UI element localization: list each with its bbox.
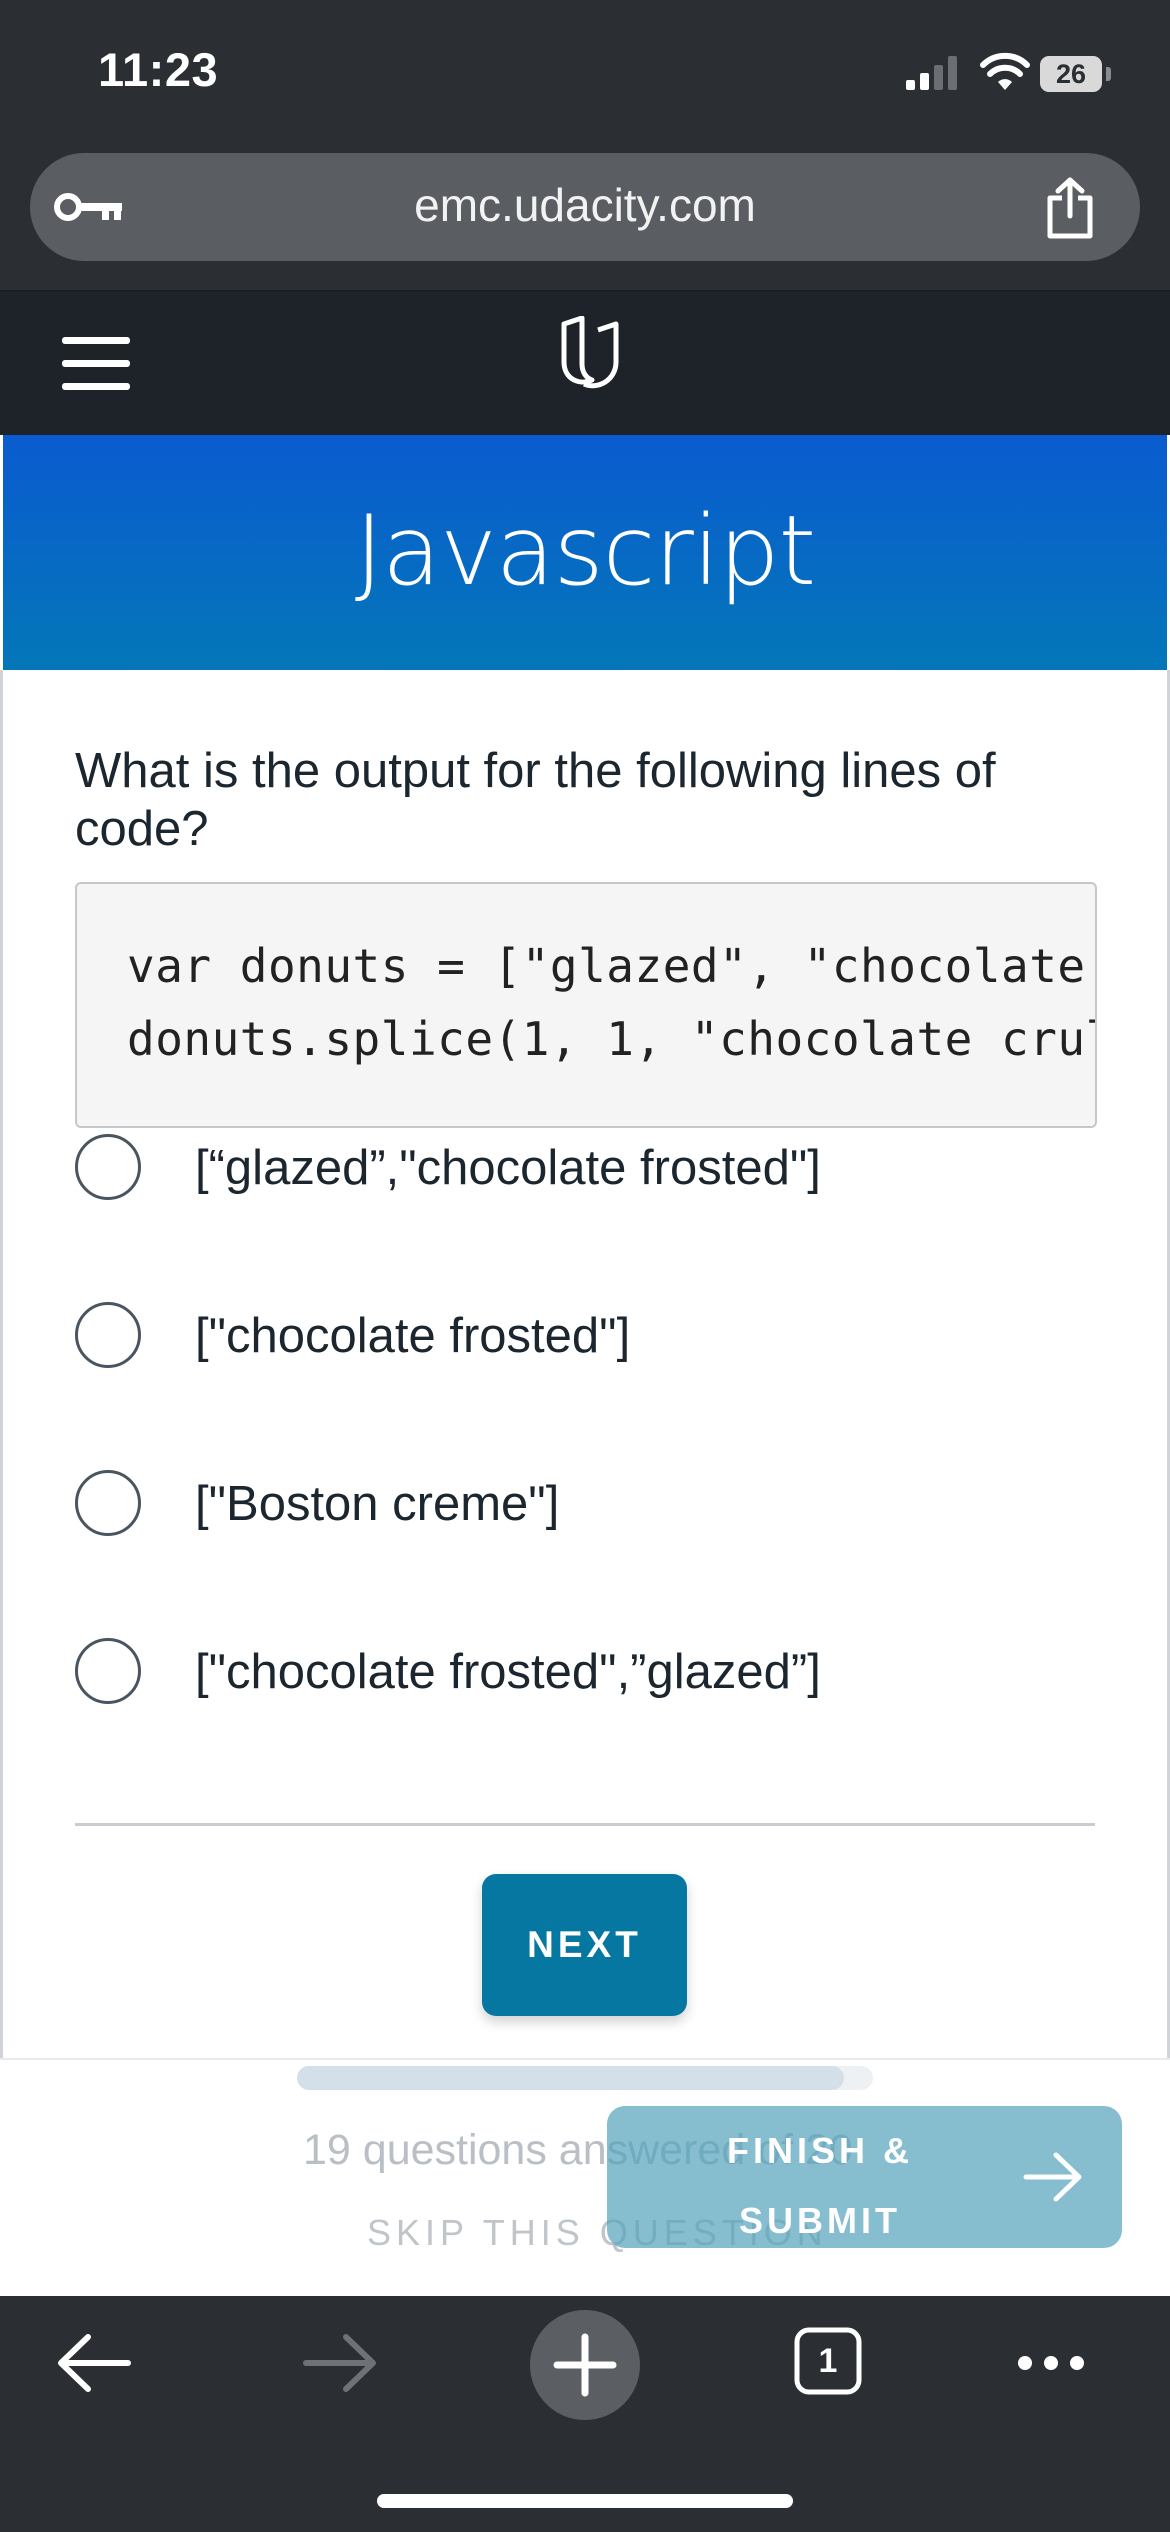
answer-label: ["chocolate frosted",”glazed”] — [195, 1645, 821, 1699]
forward-arrow-icon[interactable] — [302, 2332, 378, 2394]
answer-label: [“glazed”,"chocolate frosted"] — [195, 1141, 821, 1195]
next-button[interactable]: NEXT — [482, 1874, 687, 2016]
battery-level: 26 — [1040, 56, 1102, 92]
quiz-title: Javascript — [354, 495, 816, 607]
cellular-signal-icon — [906, 56, 957, 90]
code-line: donuts.splice(1, 1, "chocolate cruller",… — [127, 1012, 1095, 1066]
home-indicator[interactable] — [377, 2494, 793, 2508]
arrow-right-icon[interactable] — [1022, 2150, 1084, 2204]
answer-option-2[interactable]: ["chocolate frosted"] — [75, 1298, 1095, 1378]
content-border-left — [0, 670, 3, 2060]
new-tab-button[interactable] — [530, 2310, 640, 2420]
divider — [75, 1823, 1095, 1826]
menu-icon[interactable] — [62, 337, 130, 391]
plus-icon — [553, 2333, 617, 2397]
answer-option-3[interactable]: ["Boston creme"] — [75, 1466, 1095, 1546]
share-icon[interactable] — [1044, 176, 1096, 240]
finish-submit-label[interactable]: FINISH & SUBMIT — [660, 2116, 980, 2256]
open-tabs-count: 1 — [818, 2342, 838, 2380]
progress-bar-fill — [297, 2066, 845, 2090]
answer-label: ["Boston creme"] — [195, 1477, 560, 1531]
code-line: var donuts = ["glazed", "chocolate frost… — [127, 939, 1086, 993]
wifi-icon — [980, 52, 1030, 90]
more-icon[interactable] — [1016, 2348, 1086, 2378]
answer-label: ["chocolate frosted"] — [195, 1309, 631, 1363]
radio-button[interactable] — [75, 1302, 141, 1368]
radio-button[interactable] — [75, 1470, 141, 1536]
answer-option-1[interactable]: [“glazed”,"chocolate frosted"] — [75, 1130, 1095, 1210]
code-block[interactable]: var donuts = ["glazed", "chocolate frost… — [75, 882, 1097, 1128]
battery-icon: 26 — [1040, 56, 1112, 92]
radio-button[interactable] — [75, 1638, 141, 1704]
back-arrow-icon[interactable] — [56, 2332, 132, 2394]
udacity-logo[interactable] — [552, 316, 628, 392]
url-text[interactable]: emc.udacity.com — [0, 178, 1170, 232]
radio-button[interactable] — [75, 1134, 141, 1200]
answer-option-4[interactable]: ["chocolate frosted",”glazed”] — [75, 1634, 1095, 1714]
tabs-icon[interactable]: 1 — [793, 2326, 863, 2396]
status-time: 11:23 — [98, 43, 219, 96]
question-text: What is the output for the following lin… — [75, 744, 996, 856]
